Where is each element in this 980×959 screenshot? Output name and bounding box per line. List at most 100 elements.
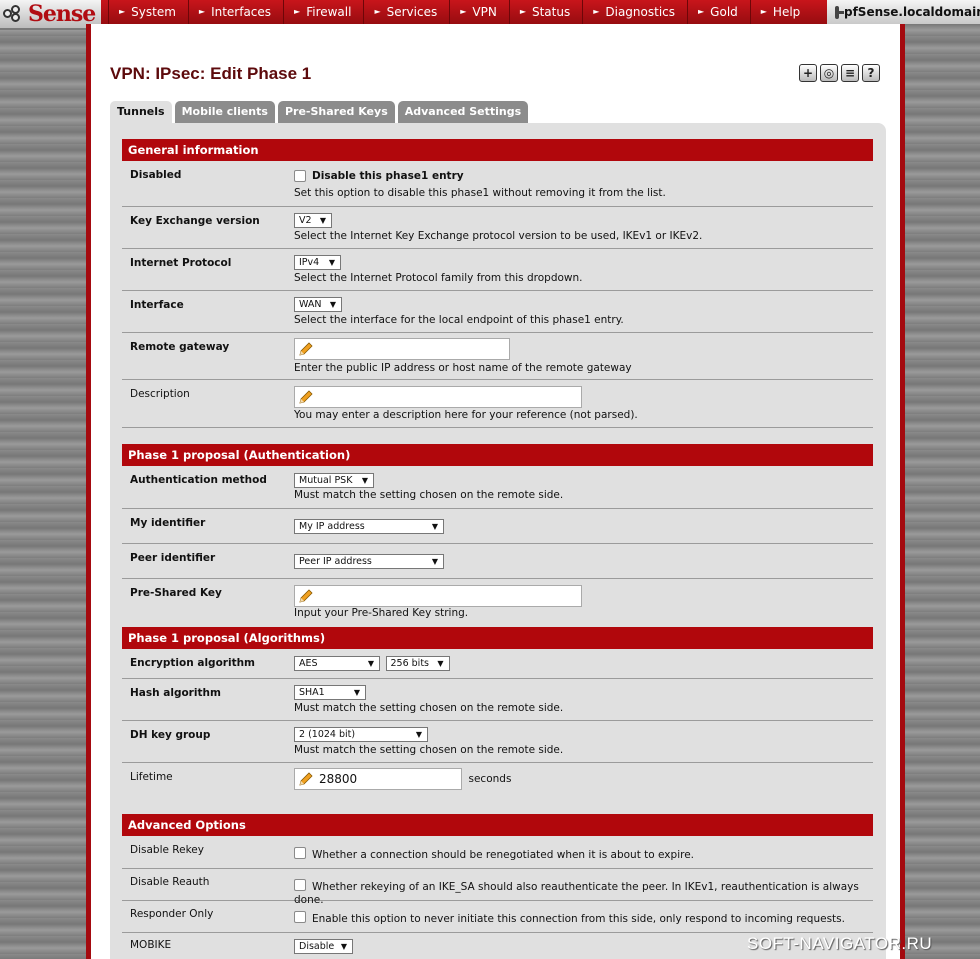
tab-bar: Tunnels Mobile clients Pre-Shared Keys A…	[110, 101, 529, 125]
menu-gold[interactable]: ► Gold	[687, 0, 750, 24]
field-label: Encryption algorithm	[130, 657, 256, 669]
row-my-identifier: My identifier My IP address ▼	[122, 509, 873, 544]
field-label: My identifier	[130, 517, 206, 529]
field-description: Select the Internet Key Exchange protoco…	[294, 230, 703, 242]
field-label: MOBIKE	[130, 939, 172, 951]
chevron-down-icon: ▼	[437, 659, 444, 668]
field-label: Hash algorithm	[130, 687, 221, 699]
peer-identifier-select[interactable]: Peer IP address ▼	[294, 554, 444, 569]
list-icon[interactable]: ≡	[841, 64, 859, 82]
section-authentication: Phase 1 proposal (Authentication)	[122, 444, 873, 466]
row-description: Description You may enter a description …	[122, 380, 873, 428]
menu-arrow-icon: ►	[593, 7, 600, 16]
row-lifetime: Lifetime 28800 seconds	[122, 763, 873, 798]
tab-tunnels[interactable]: Tunnels	[110, 101, 172, 125]
checkbox-label: Whether a connection should be renegotia…	[312, 849, 694, 861]
menu-arrow-icon: ►	[198, 7, 206, 16]
chevron-down-icon: ▼	[328, 258, 335, 267]
field-description: Must match the setting chosen on the rem…	[294, 702, 564, 714]
disable-phase1-checkbox[interactable]	[294, 170, 306, 182]
chevron-down-icon: ▼	[431, 522, 438, 531]
settings-icon[interactable]: ◎	[820, 64, 838, 82]
section-algorithms: Phase 1 proposal (Algorithms)	[122, 627, 873, 649]
menu-help[interactable]: ► Help	[749, 0, 813, 24]
hostname: pfSense.localdomain	[844, 5, 980, 19]
interface-select[interactable]: WAN ▼	[294, 297, 342, 312]
field-description: Must match the setting chosen on the rem…	[294, 744, 564, 756]
chevron-down-icon: ▼	[415, 730, 422, 739]
field-description: Input your Pre-Shared Key string.	[294, 607, 469, 619]
field-label: Disabled	[130, 169, 182, 181]
field-label: Disable Rekey	[130, 844, 204, 856]
pencil-icon	[299, 589, 313, 603]
chevron-down-icon: ▼	[367, 659, 374, 668]
chevron-down-icon: ▼	[431, 557, 438, 566]
pencil-icon	[299, 390, 313, 404]
row-interface: Interface WAN ▼ Select the interface for …	[122, 291, 873, 333]
field-label: Key Exchange version	[130, 215, 260, 227]
key-exchange-select[interactable]: V2 ▼	[294, 213, 332, 228]
menu-status[interactable]: ► Status	[508, 0, 582, 24]
row-auth-method: Authentication method Mutual PSK ▼ Must m…	[122, 467, 873, 509]
row-peer-identifier: Peer identifier Peer IP address ▼	[122, 544, 873, 579]
menu-interfaces[interactable]: ► Interfaces	[187, 0, 283, 24]
field-label: Authentication method	[130, 474, 267, 486]
help-icon[interactable]: ?	[862, 64, 880, 82]
menu-services[interactable]: ► Services	[363, 0, 449, 24]
chevron-down-icon: ▼	[353, 688, 360, 697]
row-pre-shared-key: Pre-Shared Key Input your Pre-Shared Key…	[122, 579, 873, 627]
section-general-information: General information	[122, 139, 873, 161]
encryption-algorithm-select[interactable]: AES ▼	[294, 656, 380, 671]
hash-algorithm-select[interactable]: SHA1 ▼	[294, 685, 366, 700]
field-label: DH key group	[130, 729, 211, 741]
responder-only-checkbox[interactable]	[294, 911, 306, 923]
hostname-box[interactable]: pfSense.localdomain	[827, 0, 980, 24]
menu-arrow-icon: ►	[698, 7, 705, 16]
menu-arrow-icon: ►	[519, 7, 526, 16]
menu-diagnostics[interactable]: ► Diagnostics	[582, 0, 687, 24]
tab-pre-shared-keys[interactable]: Pre-Shared Keys	[277, 101, 395, 123]
menu-vpn[interactable]: ► VPN	[449, 0, 509, 24]
page-title: VPN: IPsec: Edit Phase 1	[110, 64, 312, 83]
chevron-down-icon: ▼	[340, 942, 347, 951]
disable-rekey-checkbox[interactable]	[294, 847, 306, 859]
description-input[interactable]	[294, 386, 582, 408]
tab-mobile-clients[interactable]: Mobile clients	[174, 101, 275, 123]
chevron-down-icon: ▼	[329, 300, 336, 309]
row-dh-group: DH key group 2 (1024 bit) ▼ Must match th…	[122, 721, 873, 763]
row-disable-reauth: Disable Reauth Whether rekeying of an IK…	[122, 869, 873, 906]
dh-key-group-select[interactable]: 2 (1024 bit) ▼	[294, 727, 428, 742]
menu-system[interactable]: ► System	[108, 0, 188, 24]
menu-arrow-icon: ►	[374, 7, 381, 16]
tab-advanced-settings[interactable]: Advanced Settings	[397, 101, 529, 123]
disable-reauth-checkbox[interactable]	[294, 879, 306, 891]
menu-arrow-icon: ►	[294, 7, 301, 16]
menu-firewall[interactable]: ► Firewall	[283, 0, 363, 24]
row-disable-rekey: Disable Rekey Whether a connection shoul…	[122, 837, 873, 869]
field-label: Pre-Shared Key	[130, 587, 222, 599]
row-responder-only: Responder Only Enable this option to nev…	[122, 901, 873, 933]
remote-gateway-input[interactable]	[294, 338, 510, 360]
pre-shared-key-input[interactable]	[294, 585, 582, 607]
row-disabled: Disabled Disable this phase1 entry Set t…	[122, 161, 873, 207]
field-label: Interface	[130, 299, 184, 311]
field-label: Disable Reauth	[130, 876, 210, 888]
field-label: Peer identifier	[130, 552, 216, 564]
internet-protocol-select[interactable]: IPv4 ▼	[294, 255, 341, 270]
checkbox-label: Enable this option to never initiate thi…	[312, 913, 845, 925]
menu-arrow-icon: ►	[760, 7, 767, 16]
auth-method-select[interactable]: Mutual PSK ▼	[294, 473, 374, 488]
add-icon[interactable]: +	[799, 64, 817, 82]
my-identifier-select[interactable]: My IP address ▼	[294, 519, 444, 534]
pencil-icon	[299, 342, 313, 356]
key-length-select[interactable]: 256 bits ▼	[385, 656, 450, 671]
lifetime-input[interactable]: 28800	[294, 768, 462, 790]
field-description: Select the Internet Protocol family from…	[294, 272, 583, 284]
checkbox-label: Disable this phase1 entry	[312, 170, 464, 182]
mobike-select[interactable]: Disable ▼	[294, 939, 353, 954]
field-description: Set this option to disable this phase1 w…	[294, 187, 666, 199]
field-description: You may enter a description here for you…	[294, 409, 638, 421]
title-toolbar: + ◎ ≡ ?	[799, 64, 880, 82]
field-label: Description	[130, 388, 190, 400]
row-encryption: Encryption algorithm AES ▼ 256 bits ▼	[122, 650, 873, 679]
